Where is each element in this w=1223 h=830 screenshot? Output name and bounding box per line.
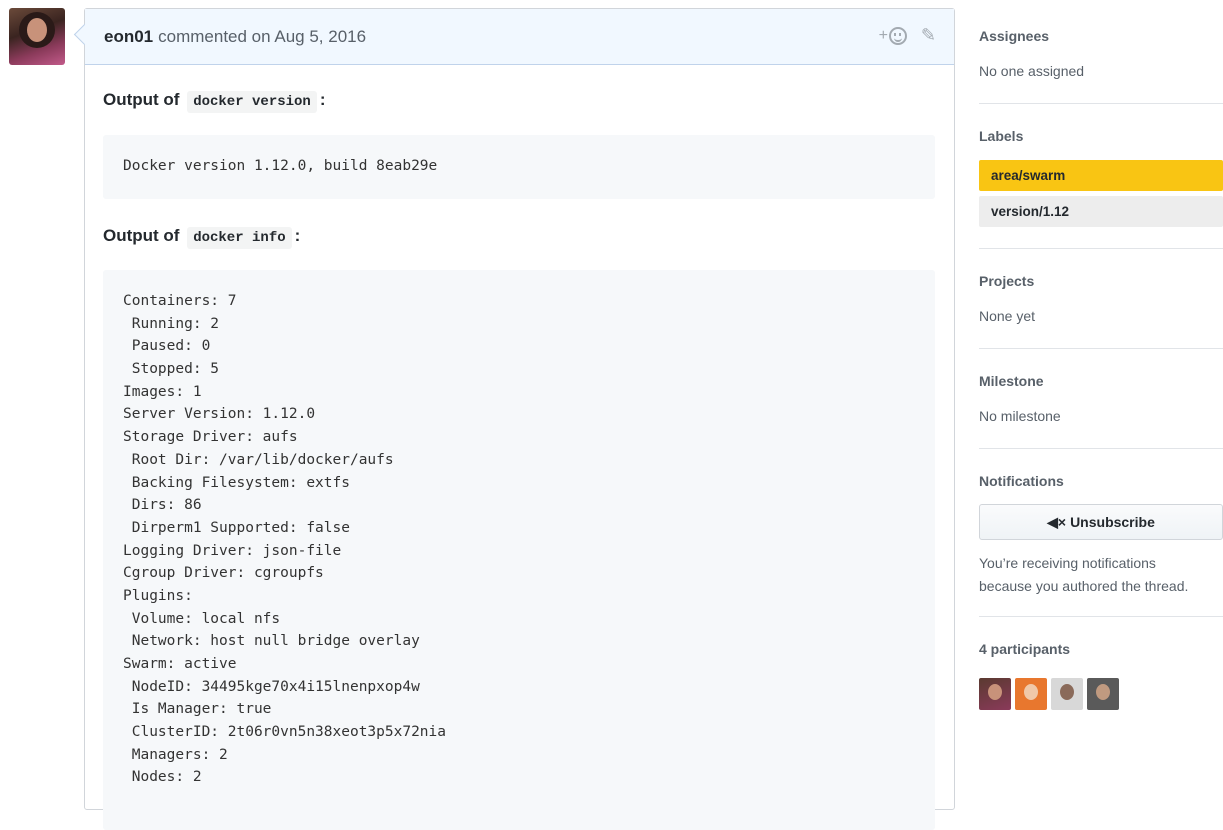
code-line: Images: 1 bbox=[123, 383, 202, 400]
labels-section: Labels bbox=[979, 128, 1223, 144]
code-line: Storage Driver: aufs bbox=[123, 429, 298, 446]
milestone-value: No milestone bbox=[979, 408, 1061, 424]
code-line: Dirs: 86 bbox=[123, 497, 202, 514]
code-line: Cgroup Driver: cgroupfs bbox=[123, 565, 324, 582]
code-line: Server Version: 1.12.0 bbox=[123, 406, 316, 423]
participants-heading: 4 participants bbox=[979, 641, 1071, 657]
code-line: Root Dir: /var/lib/docker/aufs bbox=[123, 451, 394, 468]
code-line: Logging Driver: json-file bbox=[123, 542, 342, 559]
section-prefix: Output of bbox=[103, 90, 180, 109]
code-line: Backing Filesystem: extfs bbox=[123, 474, 350, 491]
code-line: Paused: 0 bbox=[123, 338, 211, 355]
participant-avatar[interactable] bbox=[1051, 678, 1083, 710]
notifications-reason-line1: You’re receiving notifications bbox=[979, 555, 1156, 571]
inline-code: docker version bbox=[187, 91, 317, 113]
section-title-info: Output of docker info: bbox=[103, 226, 301, 249]
notifications-heading: Notifications bbox=[979, 473, 1064, 489]
reaction-plus: + bbox=[878, 26, 888, 44]
comment-meta[interactable]: commented on Aug 5, 2016 bbox=[158, 27, 366, 47]
comment-author[interactable]: eon01 bbox=[104, 27, 153, 47]
notifications-reason: You’re receiving notifications because y… bbox=[979, 552, 1188, 598]
assignees-value: No one assigned bbox=[979, 63, 1085, 79]
code-block-info: Containers: 7 Running: 2 Paused: 0 Stopp… bbox=[103, 270, 935, 830]
code-line: Running: 2 bbox=[123, 315, 220, 332]
comment-box: eon01 commented on Aug 5, 2016 + ✎ Outpu… bbox=[84, 8, 955, 830]
code-line: Plugins: bbox=[123, 587, 193, 604]
label-area-swarm[interactable]: area/swarm bbox=[979, 160, 1223, 191]
code-line: Managers: 2 bbox=[123, 746, 228, 763]
code-line: Volume: local nfs bbox=[123, 610, 281, 627]
divider bbox=[979, 616, 1223, 617]
projects-heading[interactable]: Projects bbox=[979, 273, 1223, 289]
milestone-heading[interactable]: Milestone bbox=[979, 373, 1223, 389]
divider bbox=[979, 103, 1223, 104]
participant-avatars bbox=[979, 678, 1119, 710]
section-suffix: : bbox=[294, 226, 301, 245]
participant-avatar[interactable] bbox=[979, 678, 1011, 710]
inline-code: docker info bbox=[187, 227, 292, 249]
milestone-section: Milestone No milestone bbox=[979, 373, 1223, 424]
participant-avatar[interactable] bbox=[1015, 678, 1047, 710]
participant-avatar[interactable] bbox=[1087, 678, 1119, 710]
divider bbox=[979, 248, 1223, 249]
section-prefix: Output of bbox=[103, 226, 180, 245]
comment-header: eon01 commented on Aug 5, 2016 + ✎ bbox=[85, 9, 954, 65]
add-reaction-button[interactable]: + bbox=[878, 26, 907, 45]
code-line: ClusterID: 2t06r0vn5n38xeot3p5x72nia bbox=[123, 724, 447, 741]
projects-value: None yet bbox=[979, 308, 1036, 324]
avatar-face bbox=[27, 18, 47, 42]
divider bbox=[979, 448, 1223, 449]
edit-pencil-icon[interactable]: ✎ bbox=[921, 25, 936, 46]
code-line: Swarm: active bbox=[123, 656, 237, 672]
section-title-version: Output of docker version: bbox=[103, 90, 326, 113]
code-line: Stopped: 5 bbox=[123, 361, 220, 378]
code-line: NodeID: 34495kge70x4i15lnenpxop4w bbox=[123, 678, 420, 695]
code-line: Containers: 7 bbox=[123, 293, 237, 309]
section-suffix: : bbox=[319, 90, 326, 109]
smiley-icon bbox=[888, 26, 907, 45]
assignees-section: Assignees No one assigned bbox=[979, 28, 1223, 79]
code-line: Nodes: 2 bbox=[123, 769, 202, 786]
comment-actions: + ✎ bbox=[879, 25, 936, 46]
labels-heading[interactable]: Labels bbox=[979, 128, 1223, 144]
participants-section: 4 participants bbox=[979, 641, 1223, 657]
notifications-reason-line2: because you authored the thread. bbox=[979, 578, 1189, 594]
mute-icon: ◀× bbox=[1047, 513, 1067, 530]
code-line: Is Manager: true bbox=[123, 701, 272, 718]
code-line: Network: host null bridge overlay bbox=[123, 633, 420, 650]
divider bbox=[979, 348, 1223, 349]
comment-author-avatar[interactable] bbox=[9, 8, 65, 65]
unsubscribe-label: Unsubscribe bbox=[1070, 514, 1155, 530]
code-block-version: Docker version 1.12.0, build 8eab29e bbox=[103, 135, 935, 199]
code-line: Dirperm1 Supported: false bbox=[123, 519, 350, 536]
code-line: Docker version 1.12.0, build 8eab29e bbox=[123, 158, 438, 174]
projects-section: Projects None yet bbox=[979, 273, 1223, 324]
label-version[interactable]: version/1.12 bbox=[979, 196, 1223, 227]
notifications-section: Notifications bbox=[979, 473, 1223, 489]
assignees-heading[interactable]: Assignees bbox=[979, 28, 1223, 44]
unsubscribe-button[interactable]: ◀× Unsubscribe bbox=[979, 504, 1223, 540]
